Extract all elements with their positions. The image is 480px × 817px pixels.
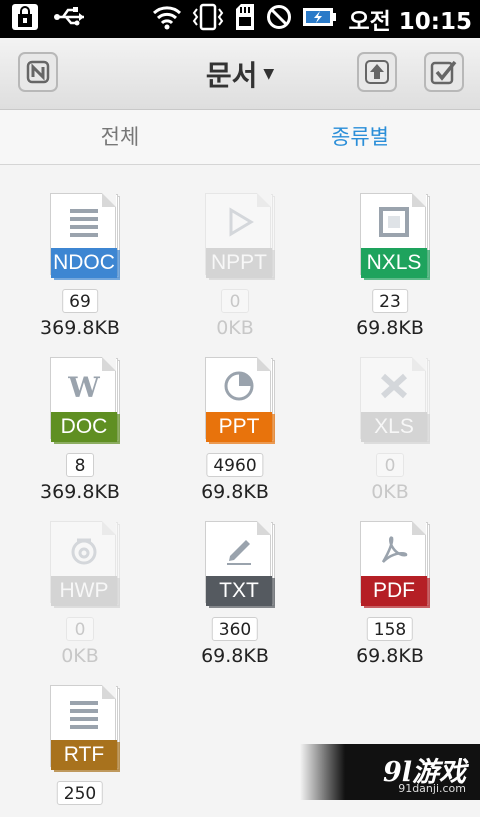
hangul-icon [51,530,117,570]
file-type-xls[interactable]: XLS 0 0KB [315,329,465,503]
status-bar: 오전 10:15 [0,0,480,38]
svg-text:W: W [67,371,100,402]
sd-card-icon [234,3,256,35]
battery-charging-icon [302,5,338,33]
file-type-label: PPT [206,412,272,442]
file-type-nxls[interactable]: NXLS 23 69.8KB [315,165,465,339]
file-type-label: RTF [51,740,117,770]
file-type-doc[interactable]: W DOC 8 369.8KB [5,329,155,503]
pie-icon [206,366,272,406]
file-type-nppt[interactable]: NPPT 0 0KB [160,165,310,339]
vibrate-icon [192,3,224,35]
page-title: 문서 [205,58,258,92]
document-stack-icon: NXLS [360,193,430,280]
document-stack-icon: RTF [50,685,120,772]
tab-all[interactable]: 전체 [0,110,240,164]
view-tabs: 전체 종류별 [0,110,480,165]
play-icon [206,202,272,242]
file-type-rtf[interactable]: RTF 250 [5,657,155,817]
upload-icon [365,60,389,84]
file-type-label: PDF [361,576,427,606]
page-title-dropdown[interactable]: 문서 ▼ [0,38,480,109]
wifi-icon [152,4,182,34]
file-count-badge: 69 [62,289,98,313]
lines-icon [51,694,117,734]
file-type-label: HWP [51,576,117,606]
file-type-hwp[interactable]: HWP 0 0KB [5,493,155,667]
upload-button[interactable] [357,52,397,92]
file-count-badge: 8 [66,453,94,477]
word-icon: W [51,366,117,406]
file-count-badge: 4960 [206,453,264,477]
file-count-badge: 250 [56,781,104,805]
file-count-badge: 158 [366,617,414,641]
do-not-disturb-icon [266,4,292,34]
file-type-ndoc[interactable]: NDOC 69 369.8KB [5,165,155,339]
document-stack-icon: PPT [205,357,275,444]
file-count-badge: 0 [376,453,404,477]
file-count-badge: 0 [221,289,249,313]
usb-icon [54,5,88,33]
square-icon [361,202,427,242]
document-stack-icon: HWP [50,521,120,608]
document-stack-icon: TXT [205,521,275,608]
file-size: 69.8KB [201,645,269,667]
chevron-down-icon: ▼ [263,65,275,82]
file-type-label: NPPT [206,248,272,278]
file-type-grid: NDOC 69 369.8KB NPPT 0 0KB NXLS 23 69.8KB W DOC… [0,165,480,805]
shopping-bag-icon [10,2,40,36]
file-count-badge: 23 [372,289,408,313]
document-stack-icon: NDOC [50,193,120,280]
watermark: 9l游戏 91danji.com [300,744,480,800]
file-size: 69.8KB [356,645,424,667]
watermark-url: 91danji.com [398,782,466,795]
select-mode-button[interactable] [424,52,464,92]
document-stack-icon: XLS [360,357,430,444]
file-type-label: NDOC [51,248,117,278]
file-type-txt[interactable]: TXT 360 69.8KB [160,493,310,667]
lines-icon [51,202,117,242]
file-type-pdf[interactable]: PDF 158 69.8KB [315,493,465,667]
file-type-label: XLS [361,412,427,442]
acrobat-icon [361,530,427,570]
pencil-icon [206,530,272,570]
status-clock: 오전 10:15 [348,9,472,35]
file-type-label: DOC [51,412,117,442]
document-stack-icon: NPPT [205,193,275,280]
file-type-label: NXLS [361,248,427,278]
excel-icon [361,366,427,406]
checkbox-icon [430,60,457,85]
document-stack-icon: W DOC [50,357,120,444]
title-bar: 문서 ▼ [0,38,480,110]
file-type-ppt[interactable]: PPT 4960 69.8KB [160,329,310,503]
file-count-badge: 360 [211,617,259,641]
document-stack-icon: PDF [360,521,430,608]
file-type-label: TXT [206,576,272,606]
tab-by-type[interactable]: 종류별 [240,110,480,164]
file-count-badge: 0 [66,617,94,641]
